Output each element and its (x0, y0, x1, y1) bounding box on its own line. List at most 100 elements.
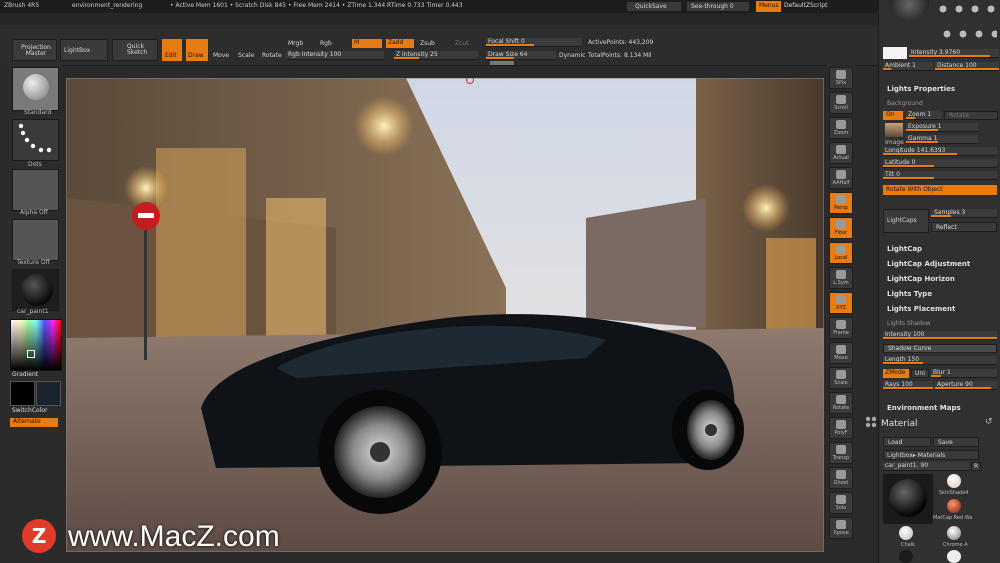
chalk-material-icon[interactable] (899, 526, 913, 540)
quick-sketch-button[interactable]: Quick Sketch (112, 39, 158, 61)
zcut-button[interactable]: Zcut (455, 41, 469, 47)
longitude-slider[interactable]: Longitude 141.6393 (883, 147, 997, 156)
shelf-l-sym-button[interactable]: L.Sym (829, 267, 853, 289)
draw-size-slider[interactable]: Draw Size 64 (486, 51, 556, 60)
rotate-with-object-toggle[interactable]: Rotate With Object (883, 185, 997, 195)
current-material-slider[interactable]: car_paint1. 90 (883, 462, 969, 471)
shelf-aahalf-button[interactable]: AAHalf (829, 167, 853, 189)
shadow-curve-button[interactable]: Shadow Curve (883, 344, 997, 353)
shelf-move-button[interactable]: Move (829, 342, 853, 364)
material-palette-title[interactable]: Material (881, 419, 918, 429)
lightbox-button[interactable]: LightBox (60, 39, 108, 61)
shelf-persp-button[interactable]: Persp (829, 192, 853, 214)
brush-thumbnail[interactable] (12, 67, 59, 111)
reflect-button[interactable]: Reflect (931, 222, 997, 232)
texture-thumbnail[interactable] (12, 219, 59, 261)
edit-button[interactable]: Edit (162, 39, 182, 61)
shelf-scale-button[interactable]: Scale (829, 367, 853, 389)
light-sphere-preview[interactable] (889, 0, 929, 22)
rays-slider[interactable]: Rays 100 (883, 381, 933, 390)
focal-shift-slider[interactable]: Focal Shift 0 (486, 38, 582, 47)
samples-slider[interactable]: Samples 3 (931, 209, 997, 218)
material-reset-icon[interactable]: ↺ (985, 417, 993, 427)
shelf-xpose-button[interactable]: Xpose (829, 517, 853, 539)
mrgb-button[interactable]: Mrgb (288, 41, 303, 47)
tilt-slider[interactable]: Tilt 0 (883, 171, 997, 180)
rgb-intensity-slider[interactable]: Rgb Intensity 100 (286, 51, 384, 60)
light-intensity-slider[interactable]: Intensity 3.9760 (909, 49, 999, 58)
switchcolor-button[interactable]: SwitchColor (12, 408, 48, 414)
zsub-button[interactable]: Zsub (420, 41, 435, 47)
default-zscript[interactable]: DefaultZScript (784, 3, 827, 9)
chrome-material-icon[interactable] (947, 526, 961, 540)
main-color-swatch[interactable] (10, 381, 35, 406)
z-intensity-slider[interactable]: Z Intensity 25 (394, 51, 478, 60)
shelf-rotate-button[interactable]: Rotate (829, 392, 853, 414)
move-button[interactable]: Move (213, 53, 229, 59)
matcap-red-material-icon[interactable] (947, 499, 961, 513)
shelf-floor-button[interactable]: Floor (829, 217, 853, 239)
current-material-preview[interactable] (883, 474, 933, 524)
material-r-button[interactable]: R (971, 462, 981, 471)
material-thumbnail[interactable] (12, 269, 59, 311)
color-picker-handle[interactable] (27, 350, 35, 358)
see-through-slider[interactable]: See-through 0 (686, 1, 750, 12)
exposure-slider[interactable]: Exposure 1 (906, 123, 978, 132)
blur-slider[interactable]: Blur 1 (931, 369, 997, 378)
m-button[interactable]: M (352, 39, 382, 48)
menus-button[interactable]: Menus (756, 1, 781, 12)
shelf-ghost-button[interactable]: Ghost (829, 467, 853, 489)
shelf-spix-button[interactable]: SPix (829, 67, 853, 89)
skinshade-material-icon[interactable] (947, 474, 961, 488)
lights-placement-header[interactable]: Lights Placement (887, 305, 955, 313)
shelf-zoom-button[interactable]: Zoom (829, 117, 853, 139)
lights-shadow-header[interactable]: Lights Shadow (887, 320, 931, 327)
rgb-button[interactable]: Rgb (320, 41, 332, 47)
light-bulb-icons[interactable] (937, 3, 997, 43)
quicksave-button[interactable]: QuickSave (626, 1, 682, 12)
rotate-button[interactable]: Rotate (262, 53, 282, 59)
shelf-polyf-button[interactable]: PolyF (829, 417, 853, 439)
material-save-button[interactable]: Save (933, 437, 979, 447)
color-picker[interactable] (10, 319, 62, 371)
aperture-slider[interactable]: Aperture 90 (935, 381, 997, 390)
distance-slider[interactable]: Distance 100 (935, 62, 999, 71)
shelf-scroll-button[interactable]: Scroll (829, 92, 853, 114)
shelf-xyz-button[interactable]: XYZ (829, 292, 853, 314)
scale-button[interactable]: Scale (238, 53, 254, 59)
shelf-actual-button[interactable]: Actual (829, 142, 853, 164)
material-slot-icon-2[interactable] (947, 550, 961, 563)
lights-type-header[interactable]: Lights Type (887, 290, 932, 298)
background-on-toggle[interactable]: On (883, 111, 903, 120)
lightbox-materials-button[interactable]: Lightbox▸ Materials (883, 450, 979, 460)
material-load-button[interactable]: Load (883, 437, 931, 447)
shelf-solo-button[interactable]: Solo (829, 492, 853, 514)
gradient-label[interactable]: Gradient (12, 372, 38, 378)
uni-toggle[interactable]: Uni (911, 369, 929, 378)
zoom-slider[interactable]: Zoom 1 (906, 111, 942, 120)
projection-master-button[interactable]: Projection Master (12, 39, 57, 61)
lightcap-adjustment-header[interactable]: LightCap Adjustment (887, 260, 970, 268)
shadow-intensity-slider[interactable]: Intensity 100 (883, 331, 997, 340)
draw-button[interactable]: Draw (186, 39, 208, 61)
lights-properties-header[interactable]: Lights Properties (887, 85, 955, 93)
dynamic-button[interactable]: Dynamic (559, 53, 585, 59)
zmode-toggle[interactable]: ZMode (883, 369, 909, 378)
lightcap-horizon-header[interactable]: LightCap Horizon (887, 275, 955, 283)
lightcap-header[interactable]: LightCap (887, 245, 922, 253)
zadd-button[interactable]: Zadd (386, 39, 414, 48)
toolbar-scroll-handle[interactable] (490, 61, 514, 65)
background-header[interactable]: Background (887, 100, 923, 107)
alternate-button[interactable]: Alternate (10, 418, 58, 427)
environment-maps-header[interactable]: Environment Maps (887, 404, 961, 412)
length-slider[interactable]: Length 150 (883, 356, 997, 365)
lightcaps-button[interactable]: LightCaps (883, 209, 929, 233)
secondary-color-swatch[interactable] (36, 381, 61, 406)
shelf-transp-button[interactable]: Transp (829, 442, 853, 464)
latitude-slider[interactable]: Latitude 0 (883, 159, 997, 168)
background-rotate-button[interactable]: Rotate (944, 111, 998, 120)
ambient-slider[interactable]: Ambient 1 (883, 62, 933, 71)
document-canvas[interactable] (66, 78, 824, 552)
gamma-slider[interactable]: Gamma 1 (906, 135, 978, 144)
background-image-thumbnail[interactable] (885, 123, 903, 137)
